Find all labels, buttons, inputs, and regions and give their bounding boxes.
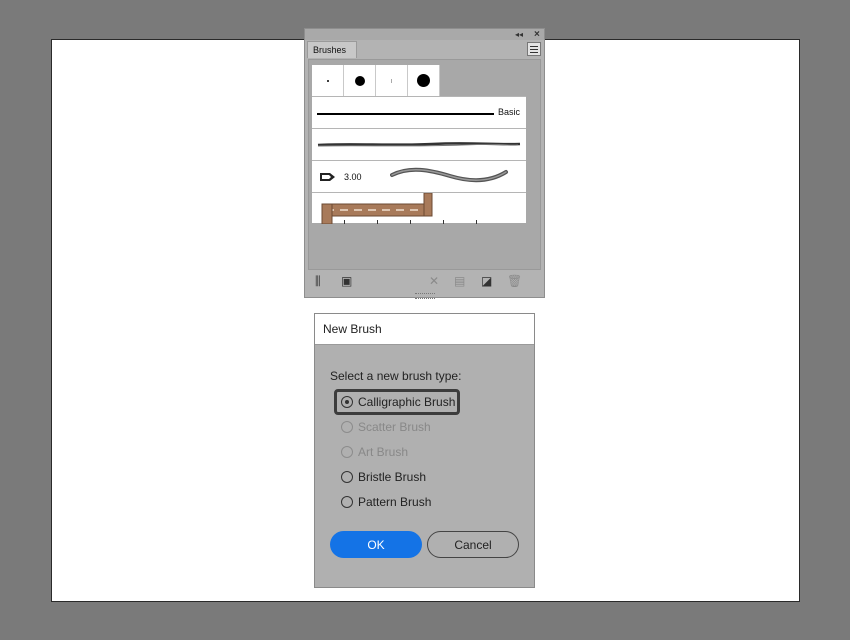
brush-row-basic[interactable]: Basic: [312, 96, 526, 128]
brush-dot-icon: [326, 79, 329, 82]
brush-list: Basic 3.00: [312, 65, 526, 224]
brush-library-area: Basic 3.00: [308, 59, 541, 270]
dialog-title-bar[interactable]: New Brush: [315, 314, 534, 345]
charcoal-stroke-preview: [317, 142, 521, 147]
calligraphic-brush-icon: [320, 173, 335, 181]
tile-divider: [443, 220, 444, 224]
radio-label: Pattern Brush: [358, 495, 432, 509]
calligraphic-stroke-preview: [390, 167, 508, 183]
radio-label: Art Brush: [358, 445, 409, 459]
radio-button[interactable]: [341, 496, 353, 508]
brush-libraries-icon[interactable]: ⫼: [315, 274, 321, 288]
radio-art-brush[interactable]: Art Brush: [341, 443, 408, 461]
tile-divider: [377, 220, 378, 224]
close-icon[interactable]: ×: [534, 29, 540, 40]
brush-row-pattern[interactable]: [312, 192, 526, 224]
brush-dot-icon: [417, 74, 430, 87]
cancel-button[interactable]: Cancel: [427, 531, 519, 558]
delete-brush-icon[interactable]: 🗑: [507, 274, 522, 288]
radio-button[interactable]: [341, 396, 353, 408]
radio-button[interactable]: [341, 446, 353, 458]
ok-button[interactable]: OK: [330, 531, 422, 558]
radio-label: Bristle Brush: [358, 470, 427, 484]
radio-button[interactable]: [341, 421, 353, 433]
radio-button[interactable]: [341, 471, 353, 483]
tile-divider: [344, 220, 345, 224]
remove-stroke-icon[interactable]: ✕: [429, 274, 439, 288]
brush-row-calligraphic[interactable]: 3.00: [312, 160, 526, 192]
resize-handle[interactable]: [415, 293, 435, 299]
brush-row-charcoal[interactable]: [312, 128, 526, 160]
new-brush-dialog: New Brush Select a new brush type: Calli…: [314, 313, 535, 588]
dot-brush-row: [312, 65, 526, 96]
radio-label: Calligraphic Brush: [358, 395, 456, 409]
new-brush-icon[interactable]: ◪: [481, 274, 492, 288]
brush-options-icon[interactable]: ▤: [454, 274, 465, 288]
brush-type-prompt: Select a new brush type:: [330, 369, 462, 383]
radio-label: Scatter Brush: [358, 420, 431, 434]
brush-dot-icon: [354, 75, 365, 86]
radio-bristle-brush[interactable]: Bristle Brush: [341, 468, 426, 486]
panel-footer: ⫼ ▣ ✕ ▤ ◪ 🗑: [311, 274, 541, 290]
dialog-title: New Brush: [323, 322, 382, 336]
radio-pattern-brush[interactable]: Pattern Brush: [341, 493, 431, 511]
libraries-panel-icon[interactable]: ▣: [341, 274, 352, 288]
panel-menu-icon[interactable]: [527, 42, 541, 56]
brush-dot-icon: [391, 78, 392, 83]
brushes-panel: ◂◂ × Brushes Basic 3.00 ⫼ ▣ ✕ ▤ ◪ 🗑: [304, 28, 545, 299]
brush-swatch[interactable]: [312, 65, 344, 96]
tile-divider: [410, 220, 411, 224]
tile-divider: [476, 220, 477, 224]
basic-stroke-preview: [317, 113, 494, 115]
brush-swatch[interactable]: [408, 65, 440, 96]
brush-swatch[interactable]: [376, 65, 408, 96]
tab-brushes[interactable]: Brushes: [307, 41, 357, 58]
collapse-icon[interactable]: ◂◂: [515, 29, 523, 40]
brush-swatch[interactable]: [344, 65, 376, 96]
brush-name: Basic: [498, 107, 521, 117]
brush-size-value: 3.00: [344, 172, 362, 182]
radio-scatter-brush[interactable]: Scatter Brush: [341, 418, 431, 436]
panel-title-bar[interactable]: ◂◂ ×: [305, 29, 544, 40]
radio-calligraphic-brush[interactable]: Calligraphic Brush: [341, 393, 455, 411]
